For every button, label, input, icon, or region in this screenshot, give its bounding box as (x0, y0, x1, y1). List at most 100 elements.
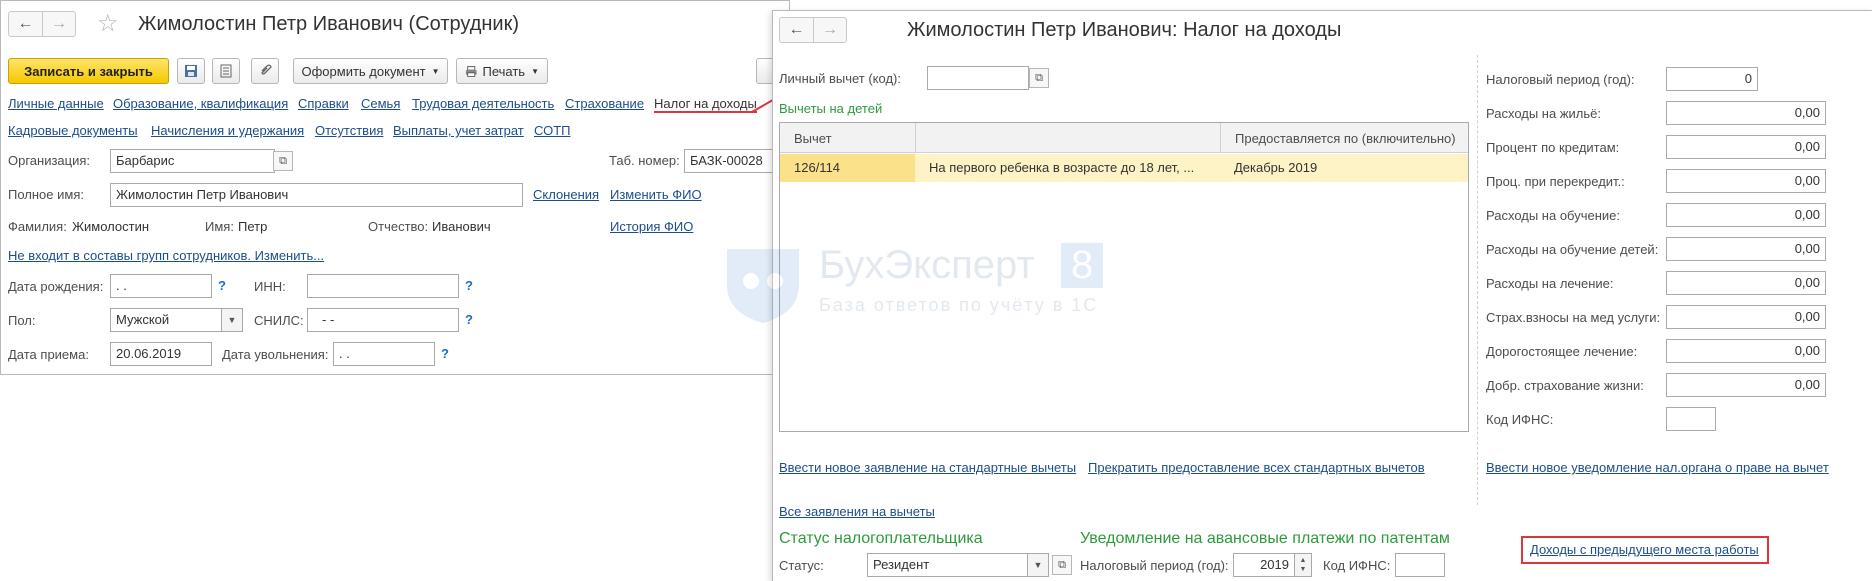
chevron-down-icon: ▼ (227, 315, 237, 325)
column-header-description[interactable] (915, 123, 1220, 153)
status-label: Статус: (779, 558, 824, 573)
gender-dropdown-button[interactable]: ▼ (221, 308, 243, 332)
right-field-input[interactable]: 0,00 (1666, 305, 1826, 329)
stop-all-deductions-link[interactable]: Прекратить предоставление всех стандартн… (1088, 460, 1425, 475)
first-name-value: Петр (238, 219, 268, 234)
patent-period-label: Налоговый период (год): (1080, 558, 1229, 573)
column-header-deduction[interactable]: Вычет (780, 123, 915, 153)
right-field-input[interactable]: 0,00 (1666, 271, 1826, 295)
right-field-label: Добр. страхование жизни: (1486, 378, 1644, 393)
organization-label: Организация: (8, 153, 91, 168)
paperclip-icon (261, 64, 272, 75)
right-field-input[interactable]: 0,00 (1666, 135, 1826, 159)
patent-period-spinner[interactable]: ▲ ▼ (1294, 553, 1312, 577)
dismissal-date-label: Дата увольнения: (222, 347, 329, 362)
status-dropdown-button[interactable]: ▼ (1027, 553, 1049, 577)
new-application-link[interactable]: Ввести новое заявление на стандартные вы… (779, 460, 1076, 475)
birth-date-help-icon[interactable]: ? (218, 278, 226, 293)
nav-link-sotp[interactable]: СОТП (534, 123, 571, 138)
dismissal-date-input[interactable]: . . (333, 342, 435, 366)
declensions-link[interactable]: Склонения (533, 187, 599, 202)
inn-input[interactable] (307, 274, 459, 298)
right-field-input[interactable]: 0,00 (1666, 237, 1826, 261)
patent-ifns-label: Код ИФНС: (1323, 558, 1391, 573)
open-status-button[interactable]: ⧉ (1052, 555, 1072, 575)
nav-link-certificates[interactable]: Справки (298, 96, 349, 111)
nav-buttons: ← → (8, 11, 76, 37)
back-arrow-icon[interactable]: ← (9, 12, 42, 36)
create-document-label: Оформить документ (301, 63, 426, 79)
nav-link-employment[interactable]: Трудовая деятельность (412, 96, 554, 111)
organization-input[interactable]: Барбарис (110, 149, 275, 173)
nav-link-family[interactable]: Семья (361, 96, 400, 111)
change-name-link[interactable]: Изменить ФИО (610, 187, 702, 202)
personal-deduction-input[interactable] (927, 66, 1029, 90)
nav-link-personal-data[interactable]: Личные данные (8, 96, 104, 111)
table-row[interactable]: 126/114 На первого ребенка в возрасте до… (780, 154, 1468, 182)
print-button[interactable]: Печать ▼ (456, 58, 548, 84)
chevron-down-icon: ▼ (1033, 560, 1043, 570)
column-header-until[interactable]: Предоставляется по (включительно) (1220, 123, 1468, 153)
document-list-button[interactable] (212, 58, 240, 84)
children-deductions-table: Вычет Предоставляется по (включительно) … (779, 122, 1469, 432)
dropdown-arrow-icon: ▼ (531, 66, 539, 76)
nav-link-absences[interactable]: Отсутствия (315, 123, 383, 138)
right-field-input[interactable]: 0,00 (1666, 339, 1826, 363)
right-field-label: Код ИФНС: (1486, 412, 1554, 427)
back-arrow-icon[interactable]: ← (780, 18, 813, 42)
snils-input[interactable]: - - (307, 308, 459, 332)
name-history-link[interactable]: История ФИО (610, 219, 693, 234)
surname-value: Жимолостин (72, 219, 150, 234)
birth-date-input[interactable]: . . (110, 274, 212, 298)
gender-label: Пол: (8, 313, 36, 328)
right-field-input[interactable]: 0,00 (1666, 169, 1826, 193)
right-field-label: Расходы на лечение: (1486, 276, 1614, 291)
first-name-label: Имя: (205, 219, 234, 234)
groups-link[interactable]: Не входит в составы групп сотрудников. И… (8, 248, 324, 263)
tax-window-title: Жимолостин Петр Иванович: Налог на доход… (907, 19, 1342, 41)
previous-employment-income-link[interactable]: Доходы с предыдущего места работы (1530, 542, 1759, 557)
nav-link-hr-documents[interactable]: Кадровые документы (8, 123, 138, 138)
open-form-icon: ⧉ (1058, 558, 1066, 571)
children-deductions-heading: Вычеты на детей (779, 101, 883, 116)
patronymic-value: Иванович (432, 219, 491, 234)
taxpayer-status-heading: Статус налогоплательщика (779, 530, 983, 547)
right-field-input[interactable]: 0,00 (1666, 373, 1826, 397)
nav-link-payments[interactable]: Выплаты, учет затрат (393, 123, 524, 138)
favorite-star-icon[interactable]: ☆ (97, 9, 119, 38)
new-notice-link[interactable]: Ввести новое уведомление нал.органа о пр… (1486, 460, 1829, 475)
snils-help-icon[interactable]: ? (465, 312, 473, 327)
nav-link-education[interactable]: Образование, квалификация (113, 96, 288, 111)
right-field-label: Расходы на обучение: (1486, 208, 1621, 223)
dropdown-arrow-icon: ▼ (431, 66, 440, 76)
spin-up-icon: ▲ (1299, 557, 1307, 564)
right-field-input[interactable]: 0,00 (1666, 101, 1826, 125)
printer-icon (465, 65, 477, 77)
forward-arrow-icon[interactable]: → (813, 18, 846, 42)
hire-date-input[interactable]: 20.06.2019 (110, 342, 212, 366)
nav-link-accruals[interactable]: Начисления и удержания (151, 123, 304, 138)
forward-arrow-icon[interactable]: → (42, 12, 75, 36)
create-document-button[interactable]: Оформить документ ▼ (293, 58, 448, 84)
open-deduction-button[interactable]: ⧉ (1029, 68, 1049, 88)
right-field-label: Дорогостоящее лечение: (1486, 344, 1638, 359)
full-name-input[interactable]: Жимолостин Петр Иванович (110, 183, 523, 207)
all-applications-link[interactable]: Все заявления на вычеты (779, 504, 935, 519)
patent-period-input[interactable]: 2019 (1233, 553, 1295, 577)
gender-select[interactable]: Мужской (110, 308, 223, 332)
status-select[interactable]: Резидент (867, 553, 1029, 577)
nav-link-insurance[interactable]: Страхование (565, 96, 644, 111)
save-icon-button[interactable] (177, 58, 205, 84)
right-field-input[interactable] (1666, 407, 1716, 431)
patent-ifns-input[interactable] (1395, 553, 1445, 577)
dismissal-date-help-icon[interactable]: ? (441, 346, 449, 361)
inn-help-icon[interactable]: ? (465, 278, 473, 293)
row-code-cell: 126/114 (780, 154, 915, 182)
right-field-label: Проц. при перекредит.: (1486, 174, 1625, 189)
right-field-input[interactable]: 0 (1666, 67, 1758, 91)
right-field-label: Страх.взносы на мед услуги: (1486, 310, 1661, 325)
save-close-button[interactable]: Записать и закрыть (8, 58, 169, 84)
right-field-input[interactable]: 0,00 (1666, 203, 1826, 227)
attach-button[interactable] (251, 58, 279, 84)
open-organization-button[interactable]: ⧉ (273, 151, 293, 171)
